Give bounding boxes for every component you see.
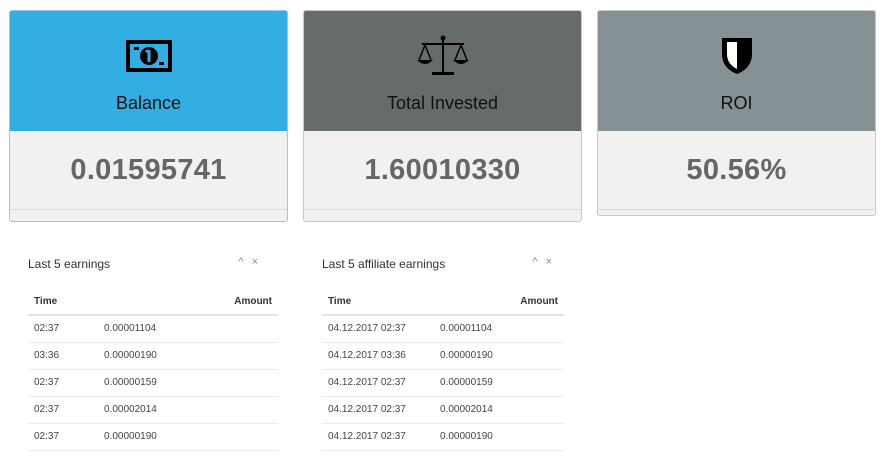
table-row: 04.12.2017 03:36 0.00000190	[322, 342, 564, 370]
last-affiliate-earnings-title: Last 5 affiliate earnings	[322, 257, 446, 271]
close-icon[interactable]: ×	[546, 256, 552, 268]
table-row: 02:37 0.00001104	[28, 315, 278, 343]
row-time: 02:37	[28, 315, 98, 343]
roi-card-footer	[598, 209, 875, 215]
total-invested-card-header: Total Invested	[304, 11, 581, 131]
row-time: 04.12.2017 02:37	[322, 396, 434, 424]
total-invested-card-footer	[304, 209, 581, 221]
roi-card-header: ROI	[598, 11, 875, 131]
last-affiliate-earnings-controls: ^ ×	[532, 256, 552, 268]
total-invested-card: Total Invested 1.60010330	[303, 10, 582, 222]
row-amount: 0.00000190	[98, 423, 278, 451]
scales-icon	[416, 35, 470, 76]
last-earnings-panel: Last 5 earnings ^ × Time Amount 02:37 0.0…	[10, 240, 280, 464]
table-row: 03:36 0.00000190	[28, 342, 278, 370]
balance-card-header: Balance	[10, 11, 287, 131]
roi-value: 50.56%	[686, 153, 787, 186]
row-amount: 0.00001104	[98, 315, 278, 343]
table-row: 04.12.2017 02:37 0.00000159	[322, 369, 564, 397]
collapse-icon[interactable]: ^	[238, 256, 243, 268]
row-time: 02:37	[28, 423, 98, 451]
last-earnings-table: Time Amount 02:37 0.00001104 03:36 0.00000…	[28, 288, 278, 451]
row-time: 04.12.2017 02:37	[322, 315, 434, 343]
table-row: 04.12.2017 02:37 0.00000190	[322, 423, 564, 451]
column-header-time: Time	[322, 288, 434, 316]
total-invested-value: 1.60010330	[364, 153, 521, 186]
column-header-amount: Amount	[98, 288, 278, 316]
row-amount: 0.00000190	[434, 423, 564, 451]
balance-value: 0.01595741	[70, 153, 227, 186]
row-time: 02:37	[28, 369, 98, 397]
column-header-amount: Amount	[434, 288, 564, 316]
row-amount: 0.00002014	[434, 396, 564, 424]
table-row: 02:37 0.00002014	[28, 396, 278, 424]
last-affiliate-earnings-panel: Last 5 affiliate earnings ^ × Time Amoun…	[304, 240, 574, 464]
balance-card: Balance 0.01595741	[9, 10, 288, 222]
collapse-icon[interactable]: ^	[532, 256, 537, 268]
last-earnings-title: Last 5 earnings	[28, 257, 111, 271]
row-amount: 0.00000159	[434, 369, 564, 397]
row-time: 04.12.2017 03:36	[322, 342, 434, 370]
row-amount: 0.00002014	[98, 396, 278, 424]
row-time: 04.12.2017 02:37	[322, 423, 434, 451]
table-row: 04.12.2017 02:37 0.00001104	[322, 315, 564, 343]
balance-card-footer	[10, 209, 287, 221]
last-affiliate-earnings-table: Time Amount 04.12.2017 02:37 0.00001104 0…	[322, 288, 564, 451]
row-amount: 0.00000159	[98, 369, 278, 397]
banknote-icon	[125, 36, 173, 76]
row-amount: 0.00001104	[434, 315, 564, 343]
column-header-time: Time	[28, 288, 98, 316]
total-invested-label: Total Invested	[386, 93, 499, 113]
table-row: 02:37 0.00000190	[28, 423, 278, 451]
close-icon[interactable]: ×	[252, 256, 258, 268]
shield-icon	[720, 36, 754, 76]
row-amount: 0.00000190	[434, 342, 564, 370]
table-row: 02:37 0.00000159	[28, 369, 278, 397]
row-time: 04.12.2017 02:37	[322, 369, 434, 397]
roi-label: ROI	[720, 93, 753, 113]
row-amount: 0.00000190	[98, 342, 278, 370]
row-time: 03:36	[28, 342, 98, 370]
row-time: 02:37	[28, 396, 98, 424]
table-row: 04.12.2017 02:37 0.00002014	[322, 396, 564, 424]
roi-card: ROI 50.56%	[597, 10, 876, 216]
balance-label: Balance	[115, 93, 182, 113]
last-earnings-controls: ^ ×	[238, 256, 258, 268]
